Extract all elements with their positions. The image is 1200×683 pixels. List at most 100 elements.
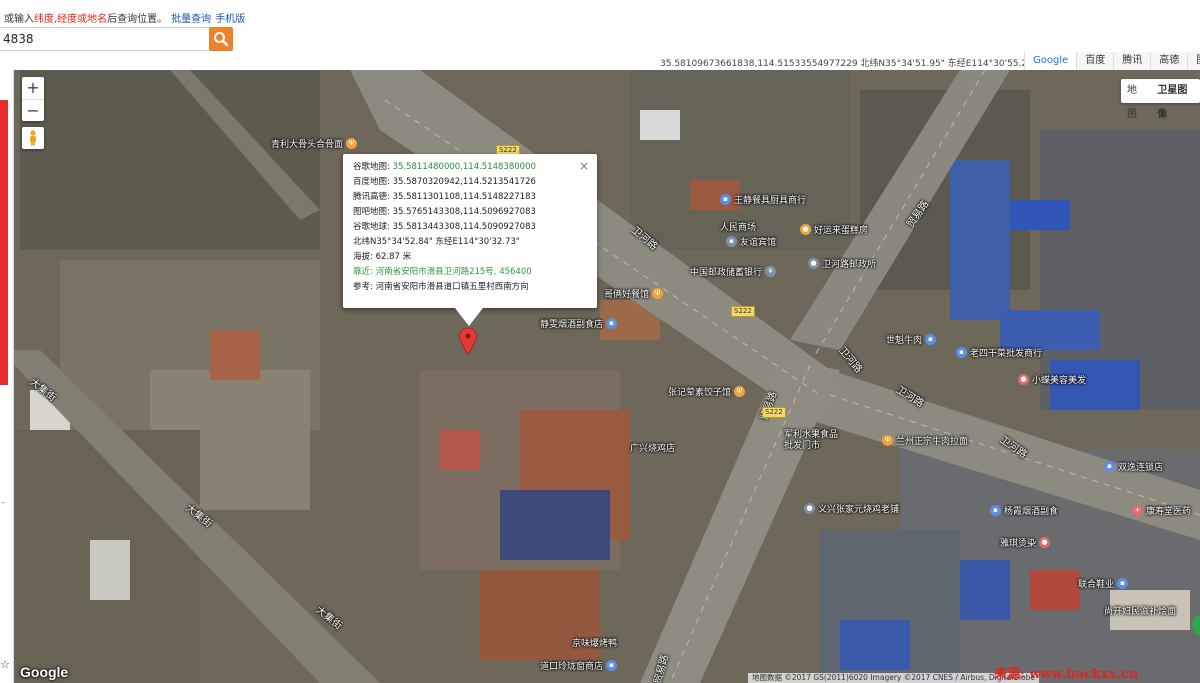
poi-name: 好运来蛋糕房 xyxy=(814,226,869,236)
info-dms: 北纬N35°34'52.84" 东经E114°30'32.73" xyxy=(353,237,520,247)
poi-label[interactable]: ▪ 老四干菜批发商行 xyxy=(956,346,1042,359)
hint-prefix: 或输入 xyxy=(4,14,34,25)
top-bar: 或输入纬度,经度或地名后查询位置。批量查询手机版 35.581096736618… xyxy=(0,0,1200,70)
poi-label[interactable]: 哥俩好餐馆 Ψ xyxy=(604,287,664,300)
info-value: 35.5811480000,114.5148380000 xyxy=(392,162,536,172)
bakery-icon: ● xyxy=(800,224,811,235)
poi-label[interactable]: ▪ 友谊宾馆 xyxy=(726,235,776,248)
poi-name: 义兴张家元烧鸡老铺 xyxy=(818,505,900,515)
hotel-icon: ▪ xyxy=(726,236,737,247)
info-value: 35.5813443308,114.5090927083 xyxy=(392,222,536,232)
search-hint: 或输入纬度,经度或地名后查询位置。 批量查询 手机版 xyxy=(4,10,245,25)
batch-query-link[interactable]: 批量查询 xyxy=(171,14,211,25)
poi-label[interactable]: 广兴烧鸡店 xyxy=(630,441,675,454)
left-panel-edge: – ☆ xyxy=(0,70,14,683)
map-type-roadmap[interactable]: 地图 xyxy=(1121,79,1151,120)
poi-name: 老四干菜批发商行 xyxy=(970,349,1043,359)
poi-name: 小蝶美容美发 xyxy=(1032,376,1087,386)
info-value: 35.5765143308,114.5096927083 xyxy=(392,207,536,217)
restaurant-icon: Ψ xyxy=(734,386,746,397)
tab-baidu[interactable]: 百度 xyxy=(1076,52,1114,70)
satellite-map[interactable]: 贸易路 卫河路 卫河路 卫河路 贸易路 卫河路 大集街 大集街 大集街 贸易路 … xyxy=(0,70,1200,683)
poi-name: 军利水果食品批发门市 xyxy=(784,430,839,451)
poi-label[interactable]: Ψ 兰州正宗牛肉拉面 xyxy=(882,434,968,447)
poi-label[interactable]: 军利水果食品批发门市 xyxy=(784,430,844,452)
poi-label[interactable]: 尚开妇民滋补烩面 xyxy=(1104,604,1176,617)
salon-icon: ● xyxy=(1039,537,1051,548)
zoom-in-button[interactable]: + xyxy=(22,77,44,99)
tab-tuba[interactable]: 图吧 xyxy=(1187,52,1200,70)
info-value: 35.5870320942,114.5213541726 xyxy=(392,177,536,187)
poi-label[interactable]: 联合鞋业 ▪ xyxy=(1078,577,1129,590)
restaurant-icon: Ψ xyxy=(652,288,664,299)
route-shield: S222 xyxy=(762,407,786,418)
poi-name: 友谊宾馆 xyxy=(740,238,777,248)
shop-icon: ▪ xyxy=(925,334,937,345)
poi-name: 兰州正宗牛肉拉面 xyxy=(896,437,969,447)
zoom-out-button[interactable]: − xyxy=(22,99,44,121)
poi-label[interactable]: ▪ 王静餐具厨具商行 xyxy=(720,193,806,206)
google-logo: Google xyxy=(20,664,69,680)
hint-highlight: 纬度,经度或地名 xyxy=(34,14,108,25)
poi-label[interactable]: ● 小蝶美容美发 xyxy=(1018,373,1086,386)
poi-label[interactable]: 道口玲珑窗商店 ▪ xyxy=(540,659,618,672)
poi-label[interactable]: ▪ 双逸连锁店 xyxy=(1104,460,1163,473)
shop-icon: ▪ xyxy=(1104,461,1115,472)
zoom-control: + − xyxy=(22,77,44,121)
side-glyph: – xyxy=(1,498,6,508)
map-type-satellite[interactable]: 卫星图像 xyxy=(1151,79,1200,120)
poi-name: 王静餐具厨具商行 xyxy=(734,196,807,206)
search-button[interactable] xyxy=(209,27,233,51)
poi-label[interactable]: 静雯烟酒副食店 ▪ xyxy=(540,317,618,330)
bank-icon: ¥ xyxy=(765,266,777,277)
pegman-icon xyxy=(30,130,36,146)
poi-name: 张记荤素饺子馆 xyxy=(668,388,732,398)
info-altitude: 海拔: 62.87 米 xyxy=(353,252,412,262)
poi-name: 康寿堂医药 xyxy=(1146,507,1192,517)
place-dot-icon: ● xyxy=(804,503,815,514)
info-label: 谷歌地图: xyxy=(353,162,390,172)
poi-label[interactable]: 京味爆烤鸭 xyxy=(572,636,617,649)
hint-suffix: 后查询位置。 xyxy=(107,14,168,25)
poi-label[interactable]: ● 义兴张家元烧鸡老铺 xyxy=(804,502,899,515)
shop-icon: ▪ xyxy=(990,505,1001,516)
poi-label[interactable]: ● 卫河路邮政所 xyxy=(808,257,876,270)
info-row-tuba: 图吧地图: 35.5765143308,114.5096927083 xyxy=(353,205,589,220)
info-row-earth: 谷歌地球: 35.5813443308,114.5090927083 xyxy=(353,220,589,235)
poi-label[interactable]: + 康寿堂医药 xyxy=(1132,504,1191,517)
street-view-pegman[interactable] xyxy=(22,127,44,149)
poi-name: 中国邮政储蓄银行 xyxy=(690,268,763,278)
info-label: 图吧地图: xyxy=(353,207,390,217)
mobile-version-link[interactable]: 手机版 xyxy=(215,14,245,25)
map-type-control: 地图 卫星图像 xyxy=(1121,79,1200,120)
side-arrow-icon[interactable]: ☆ xyxy=(0,658,10,671)
close-icon[interactable]: × xyxy=(579,159,589,173)
poi-name: 广兴烧鸡店 xyxy=(630,444,676,454)
info-row-tencent: 腾讯高德: 35.5811301108,114.5148227183 xyxy=(353,190,589,205)
poi-label[interactable]: ▪ 杨霞烟酒副食 xyxy=(990,504,1058,517)
watermark-text: 来源: www.hackxx.cn xyxy=(994,667,1139,682)
poi-label[interactable]: 雅琪烫染 ● xyxy=(1000,536,1051,549)
tab-gaode[interactable]: 高德 xyxy=(1150,52,1188,70)
info-row-google: 谷歌地图: 35.5811480000,114.5148380000 xyxy=(353,160,589,175)
poi-label[interactable]: 青利大骨头合骨面 Ψ xyxy=(271,137,358,150)
poi-label[interactable]: 世魁牛肉 ▪ xyxy=(886,333,937,346)
restaurant-icon: Ψ xyxy=(882,435,893,446)
coordinate-search-input[interactable] xyxy=(0,27,210,51)
coordinate-info-window: × 谷歌地图: 35.5811480000,114.5148380000 百度地… xyxy=(343,154,597,326)
poi-label[interactable]: 人民商场 xyxy=(720,220,756,233)
map-provider-tabs: Google 百度 腾讯 高德 图吧 xyxy=(1024,52,1200,70)
poi-name: 世魁牛肉 xyxy=(886,336,923,346)
pharmacy-icon: + xyxy=(1132,505,1143,516)
shop-icon: ▪ xyxy=(956,347,967,358)
tab-tencent[interactable]: 腾讯 xyxy=(1113,52,1151,70)
poi-name: 静雯烟酒副食店 xyxy=(540,320,604,330)
poi-name: 联合鞋业 xyxy=(1078,580,1115,590)
coordinate-readout: 35.58109673661838,114.51533554977229 北纬N… xyxy=(660,59,1037,69)
shop-icon: ▪ xyxy=(606,660,618,671)
poi-label[interactable]: 张记荤素饺子馆 Ψ xyxy=(668,385,746,398)
tab-google[interactable]: Google xyxy=(1024,52,1077,70)
poi-label[interactable]: 中国邮政储蓄银行 ¥ xyxy=(690,265,777,278)
side-banner xyxy=(0,100,8,385)
poi-label[interactable]: ● 好运来蛋糕房 xyxy=(800,223,868,236)
